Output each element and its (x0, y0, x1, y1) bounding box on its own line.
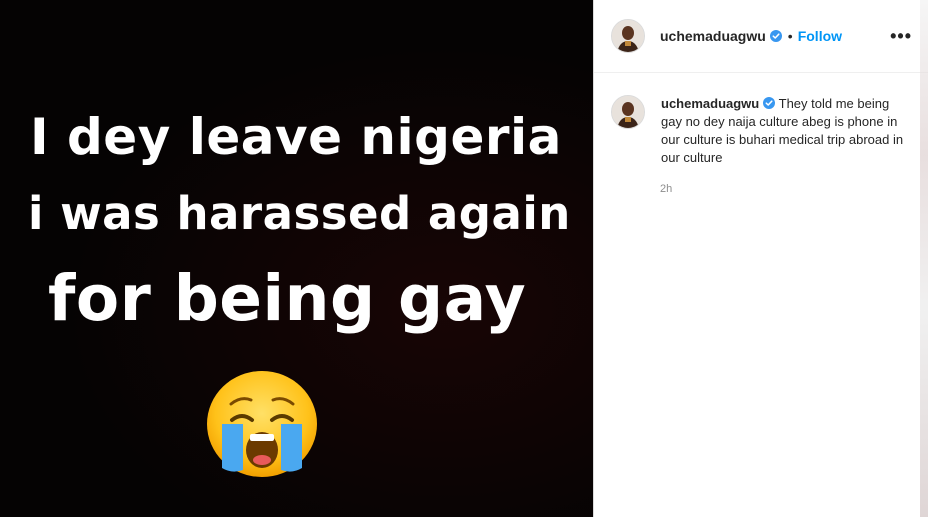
caption-avatar[interactable] (611, 95, 645, 129)
avatar-photo-icon (612, 96, 644, 128)
follow-button[interactable]: Follow (798, 28, 842, 44)
avatar-photo-icon (612, 20, 644, 52)
page-edge-strip (920, 0, 928, 517)
crying-face-emoji-icon (207, 371, 317, 477)
post-timestamp[interactable]: 2h (660, 183, 672, 195)
header-username[interactable]: uchemaduagwu (660, 28, 766, 44)
instagram-post: I dey leave nigeria i was harassed again… (0, 0, 932, 517)
post-sidebar: uchemaduagwu • Follow ••• uchemaduagwu T (593, 0, 928, 517)
avatar[interactable] (611, 19, 645, 53)
caption-body: uchemaduagwu They told me being gay no d… (661, 95, 911, 167)
caption: uchemaduagwu They told me being gay no d… (611, 95, 912, 167)
image-text-line-2: i was harassed again (28, 187, 571, 240)
image-text-line-3: for being gay (48, 262, 527, 335)
post-image[interactable]: I dey leave nigeria i was harassed again… (0, 0, 593, 517)
caption-username[interactable]: uchemaduagwu (661, 96, 759, 111)
separator-dot: • (787, 28, 793, 44)
verified-badge-icon (769, 30, 782, 42)
verified-badge-icon (763, 97, 776, 109)
more-options-icon[interactable]: ••• (890, 26, 912, 47)
image-text-line-1: I dey leave nigeria (30, 108, 562, 166)
post-header: uchemaduagwu • Follow ••• (594, 0, 928, 73)
